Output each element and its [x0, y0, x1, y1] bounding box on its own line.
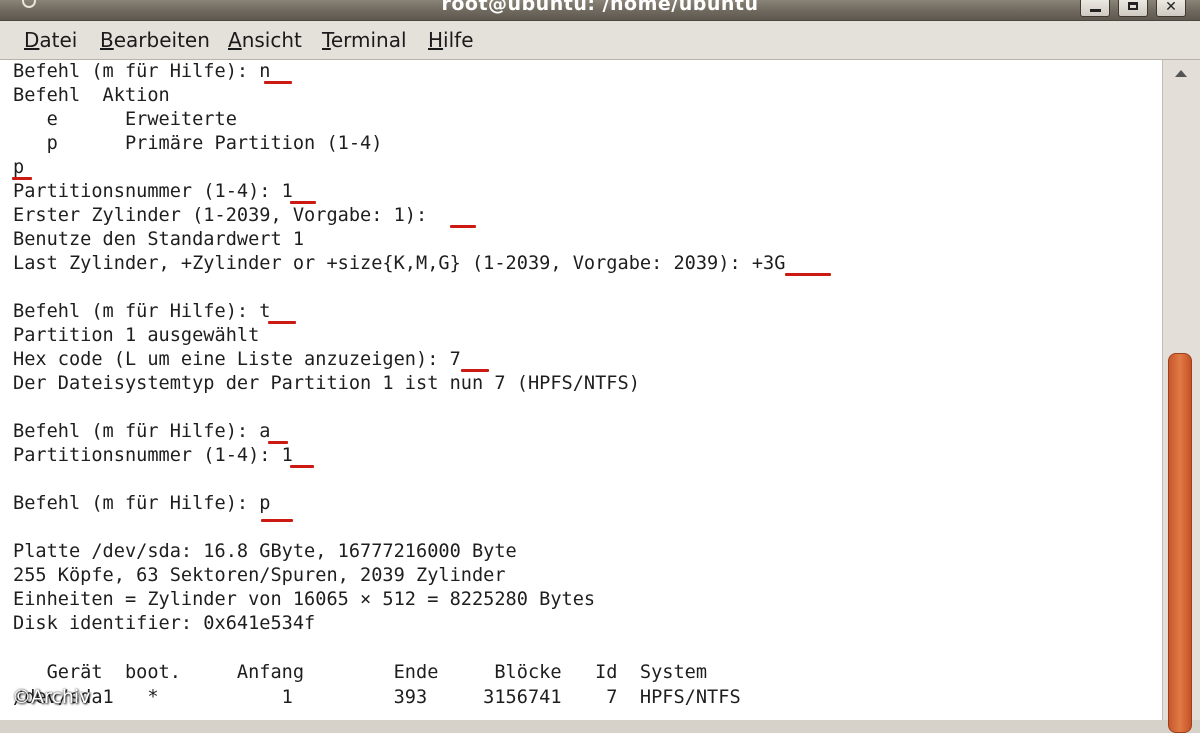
scroll-up-icon[interactable] — [1175, 70, 1187, 77]
minimize-button[interactable] — [1080, 0, 1110, 17]
close-icon: ✕ — [1165, 0, 1177, 15]
menu-ansicht[interactable]: Ansicht — [228, 28, 302, 52]
terminal-line: Erster Zylinder (1-2039, Vorgabe: 1): — [13, 205, 428, 226]
input-underline-p2 — [261, 519, 293, 522]
terminal-line: Befehl (m für Hilfe): n — [13, 61, 271, 82]
minimize-icon — [1090, 9, 1101, 12]
input-underline-a — [268, 441, 288, 444]
close-button[interactable]: ✕ — [1156, 0, 1186, 17]
maximize-icon — [1128, 2, 1138, 10]
terminal-line: Benutze den Standardwert 1 — [13, 229, 305, 250]
terminal-line: 255 Köpfe, 63 Sektoren/Spuren, 2039 Zyli… — [13, 565, 506, 586]
terminal-line: e Erweiterte — [13, 109, 237, 130]
input-underline-3g — [785, 273, 831, 276]
maximize-button[interactable] — [1118, 0, 1148, 17]
terminal-line: Last Zylinder, +Zylinder or +size{K,M,G}… — [13, 253, 786, 274]
terminal-line: Disk identifier: 0x641e534f — [13, 613, 316, 634]
watermark: ©Archiv — [12, 686, 91, 708]
terminal-line: Der Dateisystemtyp der Partition 1 ist n… — [13, 373, 640, 394]
input-underline-1b — [290, 465, 314, 468]
menu-datei[interactable]: Datei — [24, 28, 77, 52]
menu-bearbeiten[interactable]: Bearbeiten — [100, 28, 210, 52]
terminal-line: Partition 1 ausgewählt — [13, 325, 260, 346]
terminal-line: Einheiten = Zylinder von 16065 × 512 = 8… — [13, 589, 596, 610]
scrollbar-thumb[interactable] — [1168, 353, 1192, 733]
terminal-line: Partitionsnummer (1-4): 1 — [13, 445, 293, 466]
terminal-line: /dev/sda1 * 1 393 3156741 7 HPFS/NTFS — [13, 687, 741, 708]
input-underline-empty — [450, 225, 476, 228]
menu-hilfe[interactable]: Hilfe — [428, 28, 474, 52]
title-bar[interactable]: root@ubuntu: /home/ubuntu ✕ — [0, 0, 1200, 21]
vertical-scrollbar[interactable] — [1162, 60, 1200, 733]
menu-bar: Datei Bearbeiten Ansicht Terminal Hilfe — [0, 21, 1200, 60]
terminal-output[interactable]: Befehl (m für Hilfe): n Befehl Aktion e … — [0, 60, 1162, 720]
input-underline-1 — [290, 201, 316, 204]
terminal-line: Platte /dev/sda: 16.8 GByte, 16777216000… — [13, 541, 517, 562]
terminal-line: Gerät boot. Anfang Ende Blöcke Id System — [13, 662, 708, 683]
terminal-line: Befehl Aktion — [13, 85, 170, 106]
window-title: root@ubuntu: /home/ubuntu — [441, 0, 759, 15]
terminal-line: Befehl (m für Hilfe): a — [13, 421, 271, 442]
terminal-line: Partitionsnummer (1-4): 1 — [13, 181, 293, 202]
input-underline-p — [12, 177, 32, 180]
input-underline-t — [268, 321, 296, 324]
terminal-line: p Primäre Partition (1-4) — [13, 133, 383, 154]
menu-terminal[interactable]: Terminal — [322, 28, 407, 52]
terminal-line: Hex code (L um eine Liste anzuzeigen): 7 — [13, 349, 461, 370]
input-underline-n — [264, 81, 292, 84]
input-underline-7 — [461, 369, 489, 372]
terminal-line: Befehl (m für Hilfe): p — [13, 493, 271, 514]
terminal-line: Befehl (m für Hilfe): t — [13, 301, 271, 322]
